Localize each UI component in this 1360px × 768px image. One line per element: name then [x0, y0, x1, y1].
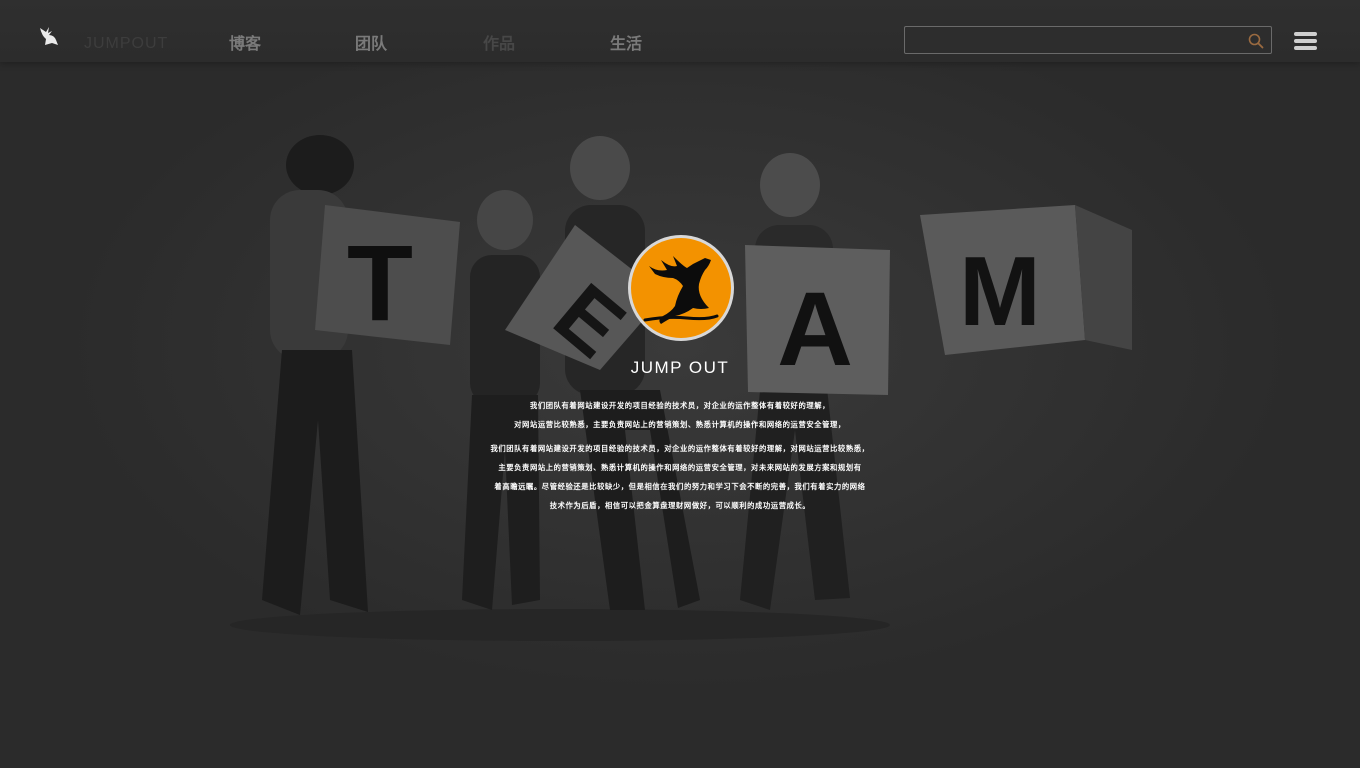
detail-paragraph: 我们团队有着网站建设开发的项目经验的技术员，对企业的运作整体有着较好的理解，对网… [440, 439, 920, 515]
text-line: 着高瞻远瞩。尽管经验还是比较缺少，但是相信在我们的努力和学习下会不断的完善，我们… [494, 482, 866, 491]
brand-title: JUMP OUT [630, 358, 730, 377]
cube-letter-t: T [347, 222, 413, 343]
cube-letter-a: A [777, 271, 853, 388]
text-line: 技术作为后盾，相信可以把金算盘理财网做好，可以顺利的成功运营成长。 [549, 501, 811, 510]
text-line: 我们团队有着网站建设开发的项目经验的技术员，对企业的运作整体有着较好的理解， [529, 401, 831, 410]
nav-item-life[interactable]: 生活 [610, 30, 642, 54]
deer-logo-icon[interactable] [37, 24, 61, 48]
team-background-photo: T E A M [0, 0, 1360, 768]
nav-item-team[interactable]: 团队 [355, 30, 387, 54]
search-input[interactable] [911, 30, 1245, 52]
top-navigation-bar: JUMPOUT 博客 团队 作品 生活 [0, 0, 1360, 62]
hamburger-menu-icon[interactable] [1294, 30, 1318, 52]
cube-letter-m: M [959, 236, 1041, 346]
nav-item-blog[interactable]: 博客 [229, 30, 261, 54]
text-line: 对网站运营比较熟悉，主要负责网站上的营销策划、熟悉计算机的操作和网络的运营安全管… [514, 420, 846, 429]
text-line: 主要负责网站上的营销策划、熟悉计算机的操作和网络的运营安全管理，对未来网站的发展… [498, 463, 862, 472]
jump-out-emblem-icon [628, 235, 734, 341]
search-icon[interactable] [1247, 32, 1265, 50]
logo-text[interactable]: JUMPOUT [84, 35, 168, 53]
search-box [904, 26, 1272, 54]
intro-paragraph: 我们团队有着网站建设开发的项目经验的技术员，对企业的运作整体有着较好的理解， 对… [440, 396, 920, 434]
text-line: 我们团队有着网站建设开发的项目经验的技术员，对企业的运作整体有着较好的理解，对网… [490, 444, 870, 453]
nav-item-works[interactable]: 作品 [483, 30, 515, 54]
